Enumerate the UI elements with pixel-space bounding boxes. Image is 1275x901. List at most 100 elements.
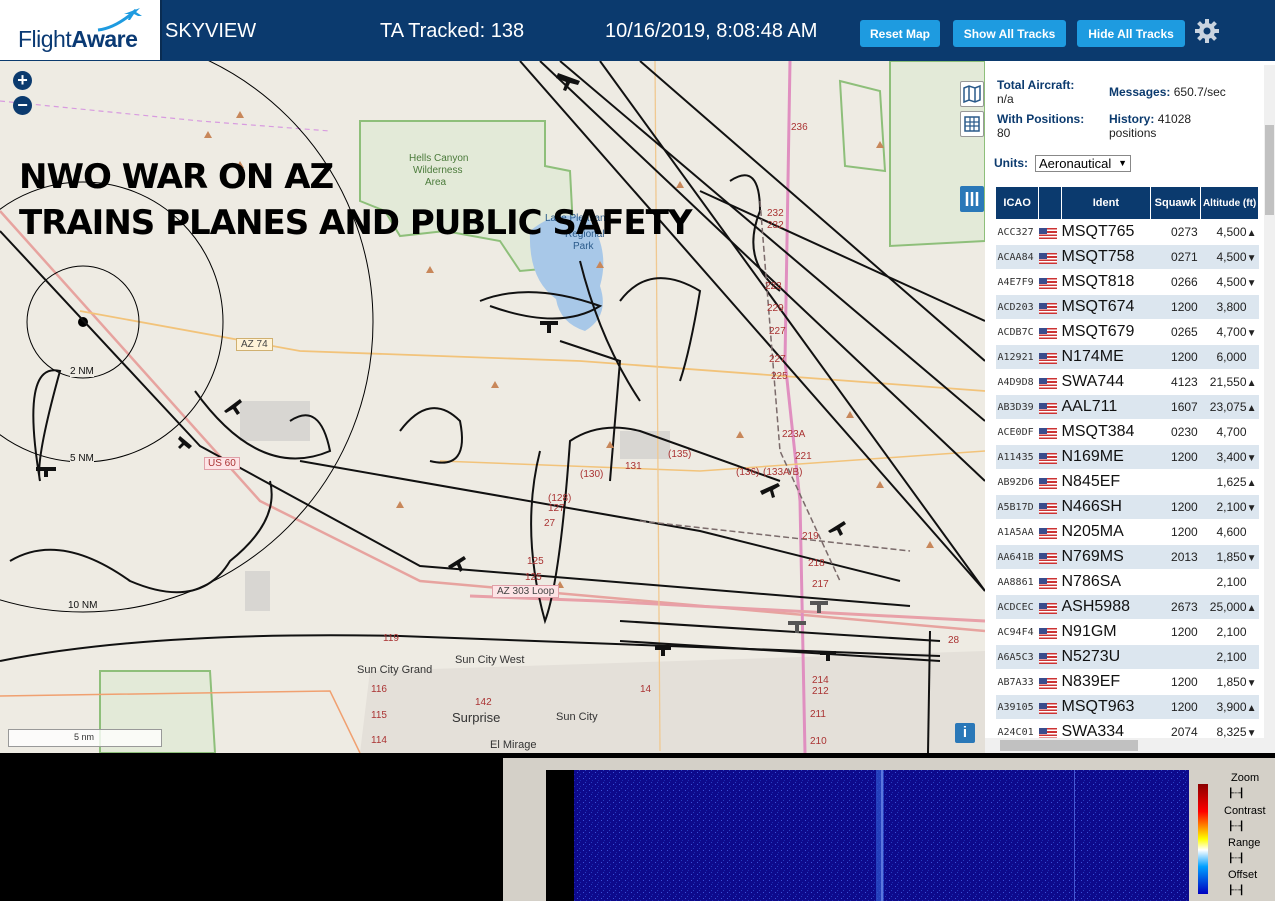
road-label: 211 [810, 709, 826, 720]
road-label: 210 [810, 736, 827, 747]
table-row[interactable]: ACAA84 MSQT758 0271 4,500▼ [995, 244, 1259, 270]
waterfall-noise [574, 770, 1189, 901]
altitude-cell: 21,550▲ [1200, 369, 1259, 395]
vertical-scroll-thumb[interactable] [1265, 125, 1274, 215]
range-control-label: Range [1228, 837, 1261, 849]
ident-cell: MSQT963 [1061, 694, 1151, 720]
col-squawk[interactable]: Squawk [1149, 186, 1202, 220]
icao-cell: AC94F4 [995, 619, 1039, 645]
road-label: 131 [625, 461, 642, 472]
aircraft-table: ICAO Ident Squawk Altitude (ft) ACC327 MS… [994, 186, 1259, 745]
show-all-tracks-button[interactable]: Show All Tracks [953, 20, 1066, 47]
zoom-out-button[interactable]: − [13, 96, 32, 115]
flag-cell [1038, 419, 1062, 445]
altitude-trend-icon: ▼ [1246, 678, 1257, 689]
flag-cell [1038, 244, 1062, 270]
table-row[interactable]: A6A5C3 N5273U 2,100 [995, 644, 1259, 670]
flag-cell [1038, 269, 1062, 295]
table-row[interactable]: AC94F4 N91GM 1200 2,100 [995, 619, 1259, 645]
altitude-value: 4,500 [1216, 250, 1247, 264]
table-row[interactable]: A5B17D N466SH 1200 2,100▼ [995, 494, 1259, 520]
flag-cell [1038, 694, 1062, 720]
table-row[interactable]: AA8861 N786SA 2,100 [995, 569, 1259, 595]
table-row[interactable]: ACDCEC ASH5988 2673 25,000▲ [995, 594, 1259, 620]
map-layer-icon[interactable] [960, 81, 984, 107]
ident-cell: N839EF [1061, 669, 1151, 695]
col-altitude[interactable]: Altitude (ft) [1200, 186, 1259, 220]
altitude-value: 4,700 [1216, 425, 1247, 439]
icao-cell: A4D9D8 [995, 369, 1039, 395]
place-label: Wilderness [413, 165, 463, 176]
table-row[interactable]: ACD203 MSQT674 1200 3,800 [995, 294, 1259, 320]
horizontal-scroll-thumb[interactable] [1000, 740, 1138, 751]
flag-cell [1038, 594, 1062, 620]
table-row[interactable]: AB3D39 AAL711 1607 23,075▲ [995, 394, 1259, 420]
ident-cell: N169ME [1061, 444, 1151, 470]
road-label: 125 [527, 556, 544, 567]
altitude-trend-icon: ▲ [1246, 378, 1257, 389]
altitude-value: 1,850 [1216, 675, 1247, 689]
road-label: 219 [802, 531, 819, 542]
range-slider[interactable]: ┠┈┨ [1228, 853, 1244, 864]
table-row[interactable]: ACC327 MSQT765 0273 4,500▲ [995, 219, 1259, 245]
contrast-slider[interactable]: ┠┈┨ [1228, 821, 1244, 832]
altitude-value: 2,100 [1216, 625, 1247, 639]
road-label: 223 [765, 281, 782, 292]
table-row[interactable]: ACDB7C MSQT679 0265 4,700▼ [995, 319, 1259, 345]
road-label: 14 [640, 684, 652, 695]
offset-slider[interactable]: ┠┈┨ [1228, 885, 1244, 896]
ident-cell: SWA744 [1061, 369, 1151, 395]
place-label: Sun City Grand [357, 664, 433, 676]
squawk-cell: 0265 [1150, 319, 1201, 345]
squawk-cell [1150, 569, 1201, 595]
zoom-slider[interactable]: ┠┈┨ [1228, 788, 1244, 799]
place-label: Surprise [452, 710, 501, 725]
info-icon[interactable]: i [955, 723, 975, 743]
zoom-in-button[interactable]: + [13, 71, 32, 90]
squawk-cell [1150, 469, 1201, 495]
altitude-cell: 4,700▼ [1200, 319, 1259, 345]
ident-cell: MSQT818 [1061, 269, 1151, 295]
flag-cell [1038, 369, 1062, 395]
altitude-cell: 4,700 [1200, 419, 1259, 445]
altitude-cell: 4,600 [1200, 519, 1259, 545]
col-ident[interactable]: Ident [1061, 186, 1151, 220]
grid-icon[interactable] [960, 111, 984, 137]
us-flag-icon [1038, 452, 1057, 464]
place-label: Area [425, 177, 447, 188]
road-label: (130) [580, 469, 604, 480]
flag-cell [1038, 294, 1062, 320]
table-row[interactable]: A1A5AA N205MA 1200 4,600 [995, 519, 1259, 545]
us-flag-icon [1038, 627, 1057, 639]
table-row[interactable]: A4D9D8 SWA744 4123 21,550▲ [995, 369, 1259, 395]
road-label: 227 [769, 354, 786, 365]
hide-all-tracks-button[interactable]: Hide All Tracks [1077, 20, 1185, 47]
table-row[interactable]: A12921 N174ME 1200 6,000 [995, 344, 1259, 370]
table-row[interactable]: AA641B N769MS 2013 1,850▼ [995, 544, 1259, 570]
table-row[interactable]: AB92D6 N845EF 1,625▲ [995, 469, 1259, 495]
icao-cell: A1A5AA [995, 519, 1039, 545]
units-select[interactable]: Aeronautical ▼ [1035, 155, 1131, 172]
map-view[interactable]: Hells Canyon Wilderness Area Lake Pleasa… [0, 61, 985, 753]
plane-logo-icon [97, 8, 142, 32]
gear-icon[interactable] [1194, 18, 1220, 44]
table-row[interactable]: ACE0DF MSQT384 0230 4,700 [995, 419, 1259, 445]
reset-map-button[interactable]: Reset Map [860, 20, 940, 47]
waterfall-display[interactable] [546, 770, 1189, 901]
table-row[interactable]: AB7A33 N839EF 1200 1,850▼ [995, 669, 1259, 695]
col-icao[interactable]: ICAO [994, 186, 1040, 220]
squawk-cell: 0273 [1150, 219, 1201, 245]
flightaware-logo[interactable]: FlightAware [0, 0, 162, 60]
altitude-trend-icon: ▲ [1246, 478, 1257, 489]
offset-control-label: Offset [1228, 869, 1258, 881]
table-row[interactable]: A39105 MSQT963 1200 3,900▲ [995, 694, 1259, 720]
road-label: 27 [544, 518, 556, 529]
altitude-value: 2,100 [1216, 575, 1247, 589]
columns-icon[interactable] [960, 186, 984, 212]
col-flag[interactable] [1038, 186, 1062, 220]
ident-cell: N205MA [1061, 519, 1151, 545]
table-row[interactable]: A4E7F9 MSQT818 0266 4,500▼ [995, 269, 1259, 295]
squawk-cell: 1607 [1150, 394, 1201, 420]
history-count: History: 41028 positions [1109, 112, 1192, 140]
table-row[interactable]: A11435 N169ME 1200 3,400▼ [995, 444, 1259, 470]
